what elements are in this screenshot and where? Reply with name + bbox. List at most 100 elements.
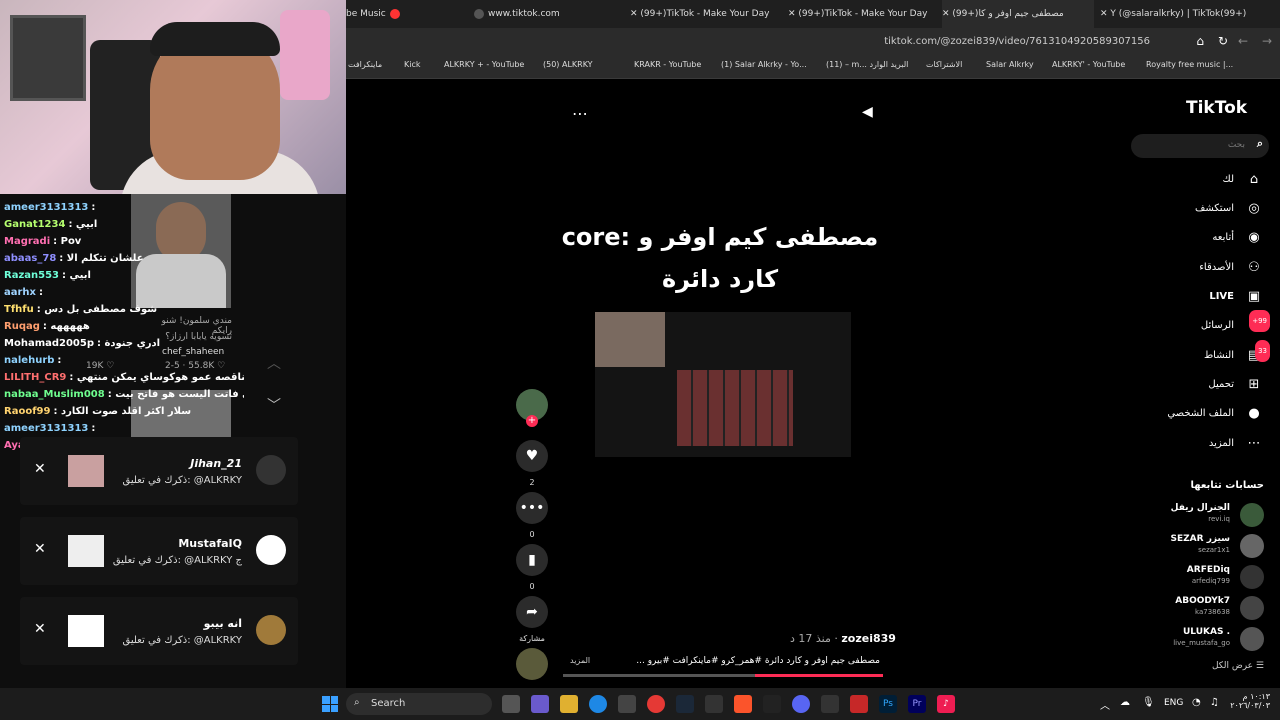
browser-tab[interactable]: ✕ (99+)TikTok - Make Your Day xyxy=(630,0,775,28)
comment-button[interactable]: ••• 0 xyxy=(516,492,548,539)
language-indicator[interactable]: ENG xyxy=(1164,698,1183,708)
followed-account[interactable]: الجنرال ريفل revi.iq xyxy=(1124,503,1264,531)
clock[interactable]: ١٠:١٣ م ٢٠٢٦/٠٣/٠٣ xyxy=(1230,692,1270,710)
chat-username[interactable]: Ruqag xyxy=(4,321,40,332)
notification-card[interactable]: ✕ MustafaIQ ذكرك في تعليق: @ALKRKY ج xyxy=(20,517,298,585)
browser-tab-active[interactable]: ✕ (99+)مصطفى جيم اوفر و كا xyxy=(942,0,1094,28)
chat-username[interactable]: nalehurb xyxy=(4,355,54,366)
store-icon[interactable] xyxy=(618,695,636,713)
chat-username[interactable]: nabaa_Muslim008 xyxy=(4,389,105,400)
discord-icon[interactable] xyxy=(792,695,810,713)
more-options-icon[interactable]: ⋯ xyxy=(572,104,588,123)
chevron-up-icon[interactable]: ︿ xyxy=(262,352,286,376)
save-button[interactable]: ▮ 0 xyxy=(516,544,548,591)
capcut-icon[interactable] xyxy=(763,695,781,713)
bookmark[interactable]: (11) – m... البريد الوارد xyxy=(826,60,908,69)
video-author-line[interactable]: zozei839 · منذ 17 د xyxy=(790,632,896,645)
cloud-icon[interactable]: ☁ xyxy=(1120,697,1130,708)
chat-username[interactable]: Raoof99 xyxy=(4,406,50,417)
obs-icon[interactable] xyxy=(705,695,723,713)
upload-icon: ⊞ xyxy=(1248,377,1260,392)
creator-avatar[interactable]: + xyxy=(516,389,548,427)
followed-account[interactable]: ABOODYk7 ka738638 xyxy=(1124,596,1264,624)
url-field[interactable]: tiktok.com/@zozei839/video/7613104920589… xyxy=(884,36,1150,47)
close-icon[interactable]: ✕ xyxy=(34,621,46,637)
follow-plus-icon[interactable]: + xyxy=(526,415,538,427)
chat-username[interactable]: abaas_78 xyxy=(4,253,56,264)
see-all-link[interactable]: عرض الكل ☰ xyxy=(1212,661,1264,671)
bookmark[interactable]: ALKRKY + - YouTube xyxy=(444,60,524,69)
chat-username[interactable]: Razan553 xyxy=(4,270,59,281)
close-icon[interactable]: ✕ xyxy=(942,9,950,19)
more-link[interactable]: المزيد xyxy=(570,656,590,665)
reload-icon[interactable]: ↻ xyxy=(1218,34,1228,48)
browser-tab[interactable]: ✕ Y (@salaralkrky) | TikTok(99+) xyxy=(1100,0,1250,28)
close-icon[interactable]: ✕ xyxy=(788,9,796,19)
share-button[interactable]: ➦ مشاركة xyxy=(516,596,548,643)
browser-tab[interactable]: www.tiktok.com xyxy=(470,0,610,28)
chat-username[interactable]: LILITH_CR9 xyxy=(4,372,66,383)
copilot-icon[interactable] xyxy=(531,695,549,713)
bookmark[interactable]: Salar Alkrky xyxy=(986,60,1034,69)
premiere-icon[interactable]: Pr xyxy=(908,695,926,713)
avatar xyxy=(1240,596,1264,620)
chat-username[interactable]: Ganat1234 xyxy=(4,219,65,230)
bookmark[interactable]: ALKRKY' - YouTube xyxy=(1052,60,1125,69)
photoshop-icon[interactable]: Ps xyxy=(879,695,897,713)
chat-username[interactable]: ameer3131313 xyxy=(4,202,88,213)
tiktok-app-icon[interactable]: ♪ xyxy=(937,695,955,713)
close-icon[interactable]: ✕ xyxy=(34,541,46,557)
music-disc[interactable] xyxy=(516,648,548,680)
back-icon[interactable]: ← xyxy=(1238,34,1248,48)
forward-icon[interactable]: → xyxy=(1262,34,1272,48)
home-icon[interactable]: ⌂ xyxy=(1196,34,1204,48)
bookmark[interactable]: Kick xyxy=(404,60,421,69)
notification-card[interactable]: ✕ انه بيبو ذكرك في تعليق: @ALKRKY xyxy=(20,597,298,665)
like-button[interactable]: ♥ 2 xyxy=(516,440,548,487)
volume-icon[interactable]: ♫ xyxy=(1210,697,1219,708)
search-input[interactable]: بحث ⌕ xyxy=(1131,134,1269,158)
close-icon[interactable]: ✕ xyxy=(630,9,638,19)
bookmark[interactable]: (1) Salar Alkrky - Yo... xyxy=(721,60,807,69)
search-icon[interactable]: ⌕ xyxy=(1257,137,1263,151)
chat-username[interactable]: ameer3131313 xyxy=(4,423,88,434)
app-icon[interactable] xyxy=(850,695,868,713)
chat-username[interactable]: Mohamad2005p xyxy=(4,338,94,349)
bookmark[interactable]: ماينكرافت xyxy=(348,60,382,69)
task-view-icon[interactable] xyxy=(502,695,520,713)
notification-card[interactable]: ✕ Jihan_21 ذكرك في تعليق: @ALKRKY xyxy=(20,437,298,505)
edge-icon[interactable] xyxy=(589,695,607,713)
video-frame[interactable] xyxy=(595,312,851,457)
volume-icon[interactable]: ◀ xyxy=(862,104,873,120)
chrome-icon[interactable] xyxy=(647,695,665,713)
chat-message: Ruqag: هههههه xyxy=(4,321,90,332)
wifi-icon[interactable]: ◔ xyxy=(1192,697,1201,708)
browser-tab[interactable]: ✕ (99+)TikTok - Make Your Day xyxy=(788,0,933,28)
taskbar-search[interactable]: ⌕ Search xyxy=(346,693,492,715)
video-author[interactable]: zozei839 xyxy=(841,632,896,645)
bookmark[interactable]: (50) ALKRKY xyxy=(543,60,593,69)
video-progress-bar[interactable] xyxy=(563,674,883,677)
windows-start-icon[interactable] xyxy=(322,696,338,712)
browser-tab[interactable]: be Music xyxy=(346,0,456,28)
close-icon[interactable]: ✕ xyxy=(1100,9,1108,19)
chevron-up-icon[interactable]: ︿ xyxy=(1100,697,1110,712)
followed-account[interactable]: ARFEDiq arfediq799 xyxy=(1124,565,1264,593)
bookmark[interactable]: KRAKR - YouTube xyxy=(634,60,701,69)
followed-account[interactable]: ULUKAS . live_mustafa_go xyxy=(1124,627,1264,655)
chevron-down-icon[interactable]: ﹀ xyxy=(262,394,286,418)
followed-account[interactable]: SEZAR سيزر sezar1x1 xyxy=(1124,534,1264,562)
chat-username[interactable]: aarhx xyxy=(4,287,36,298)
bookmark[interactable]: Royalty free music |... xyxy=(1146,60,1233,69)
app-icon[interactable] xyxy=(821,695,839,713)
close-icon[interactable]: ✕ xyxy=(34,461,46,477)
steam-icon[interactable] xyxy=(676,695,694,713)
chat-message: Ganat1234: ابيي xyxy=(4,219,98,230)
chat-username[interactable]: Tfhfu xyxy=(4,304,34,315)
bookmark[interactable]: الاشتراكات xyxy=(926,60,962,69)
brave-icon[interactable] xyxy=(734,695,752,713)
mic-icon[interactable]: 🎙 xyxy=(1142,697,1155,708)
chat-username[interactable]: Magradi xyxy=(4,236,50,247)
file-explorer-icon[interactable] xyxy=(560,695,578,713)
tiktok-logo[interactable]: TikTok xyxy=(1186,98,1247,118)
